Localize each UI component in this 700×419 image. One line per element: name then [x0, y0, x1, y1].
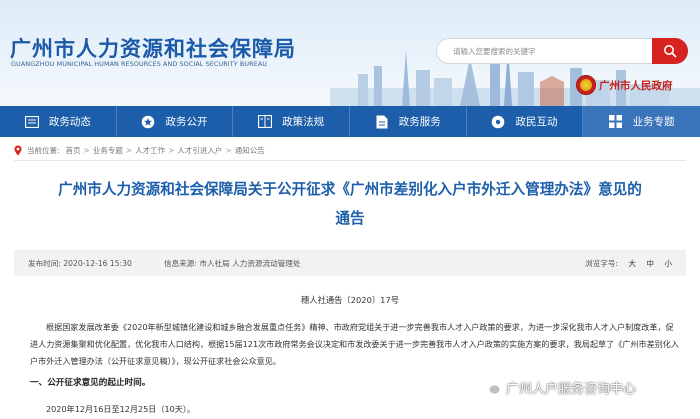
document-number: 穗人社通告〔2020〕17号: [300, 295, 400, 305]
breadcrumb-talent-hukou[interactable]: 人才引进入户: [177, 145, 222, 156]
watermark: 广州人户服务咨询中心: [481, 376, 636, 398]
divider: [14, 160, 686, 161]
font-size-label: 浏览字号:: [585, 259, 618, 268]
search-icon: [664, 45, 677, 58]
breadcrumb: 当前位置: 首页 > 业务专题 > 人才工作 > 人才引进入户 > 通知公告: [14, 143, 265, 157]
nav-item-topics[interactable]: 业务专题: [583, 106, 700, 137]
breadcrumb-separator: >: [168, 145, 175, 155]
search-box: [436, 38, 688, 64]
news-icon: [24, 115, 39, 129]
nav-item-open-gov[interactable]: 政务公开: [117, 106, 234, 137]
font-size-switcher: 浏览字号: 大 中 小: [585, 258, 672, 269]
breadcrumb-separator: >: [225, 145, 232, 155]
nav-item-service[interactable]: 政务服务: [350, 106, 467, 137]
info-source: 信息来源: 市人社局 人力资源流动管理处: [164, 259, 301, 268]
gov-link-label: 广州市人民政府: [599, 79, 673, 92]
nav-item-label: 政策法规: [282, 116, 325, 128]
search-input[interactable]: [437, 39, 653, 63]
watermark-text: 广州人户服务咨询中心: [506, 381, 637, 397]
breadcrumb-separator: >: [125, 145, 133, 155]
national-emblem-icon: [576, 75, 596, 95]
nav-item-label: 政务动态: [48, 116, 91, 128]
grid-icon: [609, 115, 623, 129]
site-subtitle: GUANGZHOU MUNICIPAL HUMAN RESOURCES AND …: [11, 60, 268, 68]
nav-item-label: 政民互动: [515, 116, 558, 128]
site-header: 广州市人力资源和社会保障局 GUANGZHOU MUNICIPAL HUMAN …: [0, 0, 700, 106]
font-size-small[interactable]: 小: [664, 259, 672, 268]
wechat-icon: [481, 378, 501, 395]
breadcrumb-prefix: 当前位置:: [27, 145, 60, 155]
nav-item-label: 政务公开: [165, 116, 208, 128]
main-nav: 政务动态 政务公开 政策法规 政务服务 政民互动 业务专题: [0, 106, 700, 137]
nav-item-policy[interactable]: 政策法规: [233, 106, 350, 137]
law-book-icon: [258, 115, 273, 129]
search-button[interactable]: [652, 38, 688, 64]
breadcrumb-topics[interactable]: 业务专题: [93, 145, 123, 156]
document-icon: [375, 115, 389, 129]
star-badge-icon: [141, 115, 155, 129]
publish-date: 发布时间: 2020-12-16 15:30: [28, 259, 132, 268]
article-paragraph: 根据国家发展改革委《2020年新型城镇化建设和城乡融合发展重点任务》精神、市政府…: [30, 322, 679, 366]
nav-item-label: 政务服务: [398, 116, 441, 128]
interaction-icon: [491, 115, 505, 129]
nav-item-interaction[interactable]: 政民互动: [467, 106, 584, 137]
article-title-line: 通告: [335, 210, 365, 227]
site-title[interactable]: 广州市人力资源和社会保障局: [10, 33, 296, 63]
breadcrumb-home[interactable]: 首页: [66, 145, 81, 156]
location-pin-icon: [14, 145, 22, 155]
gov-link[interactable]: 广州市人民政府: [576, 74, 673, 96]
article-title: 广州市人力资源和社会保障局关于公开征求《广州市差别化入户市外迁入管理办法》意见的…: [20, 175, 680, 233]
nav-item-label: 业务专题: [632, 116, 675, 128]
section-heading: 一、公开征求意见的起止时间。: [30, 378, 151, 388]
nav-item-news[interactable]: 政务动态: [0, 106, 117, 137]
comment-period: 2020年12月16日至12月25日（10天）。: [46, 404, 195, 414]
breadcrumb-talent-work[interactable]: 人才工作: [135, 145, 165, 156]
breadcrumb-separator: >: [83, 145, 90, 155]
article-meta-bar: 发布时间: 2020-12-16 15:30 信息来源: 市人社局 人力资源流动…: [14, 250, 686, 276]
font-size-medium[interactable]: 中: [646, 259, 654, 268]
font-size-large[interactable]: 大: [628, 259, 636, 268]
breadcrumb-notices[interactable]: 通知公告: [235, 145, 265, 156]
article-title-line: 广州市人力资源和社会保障局关于公开征求《广州市差别化入户市外迁入管理办法》意见的: [58, 181, 642, 198]
